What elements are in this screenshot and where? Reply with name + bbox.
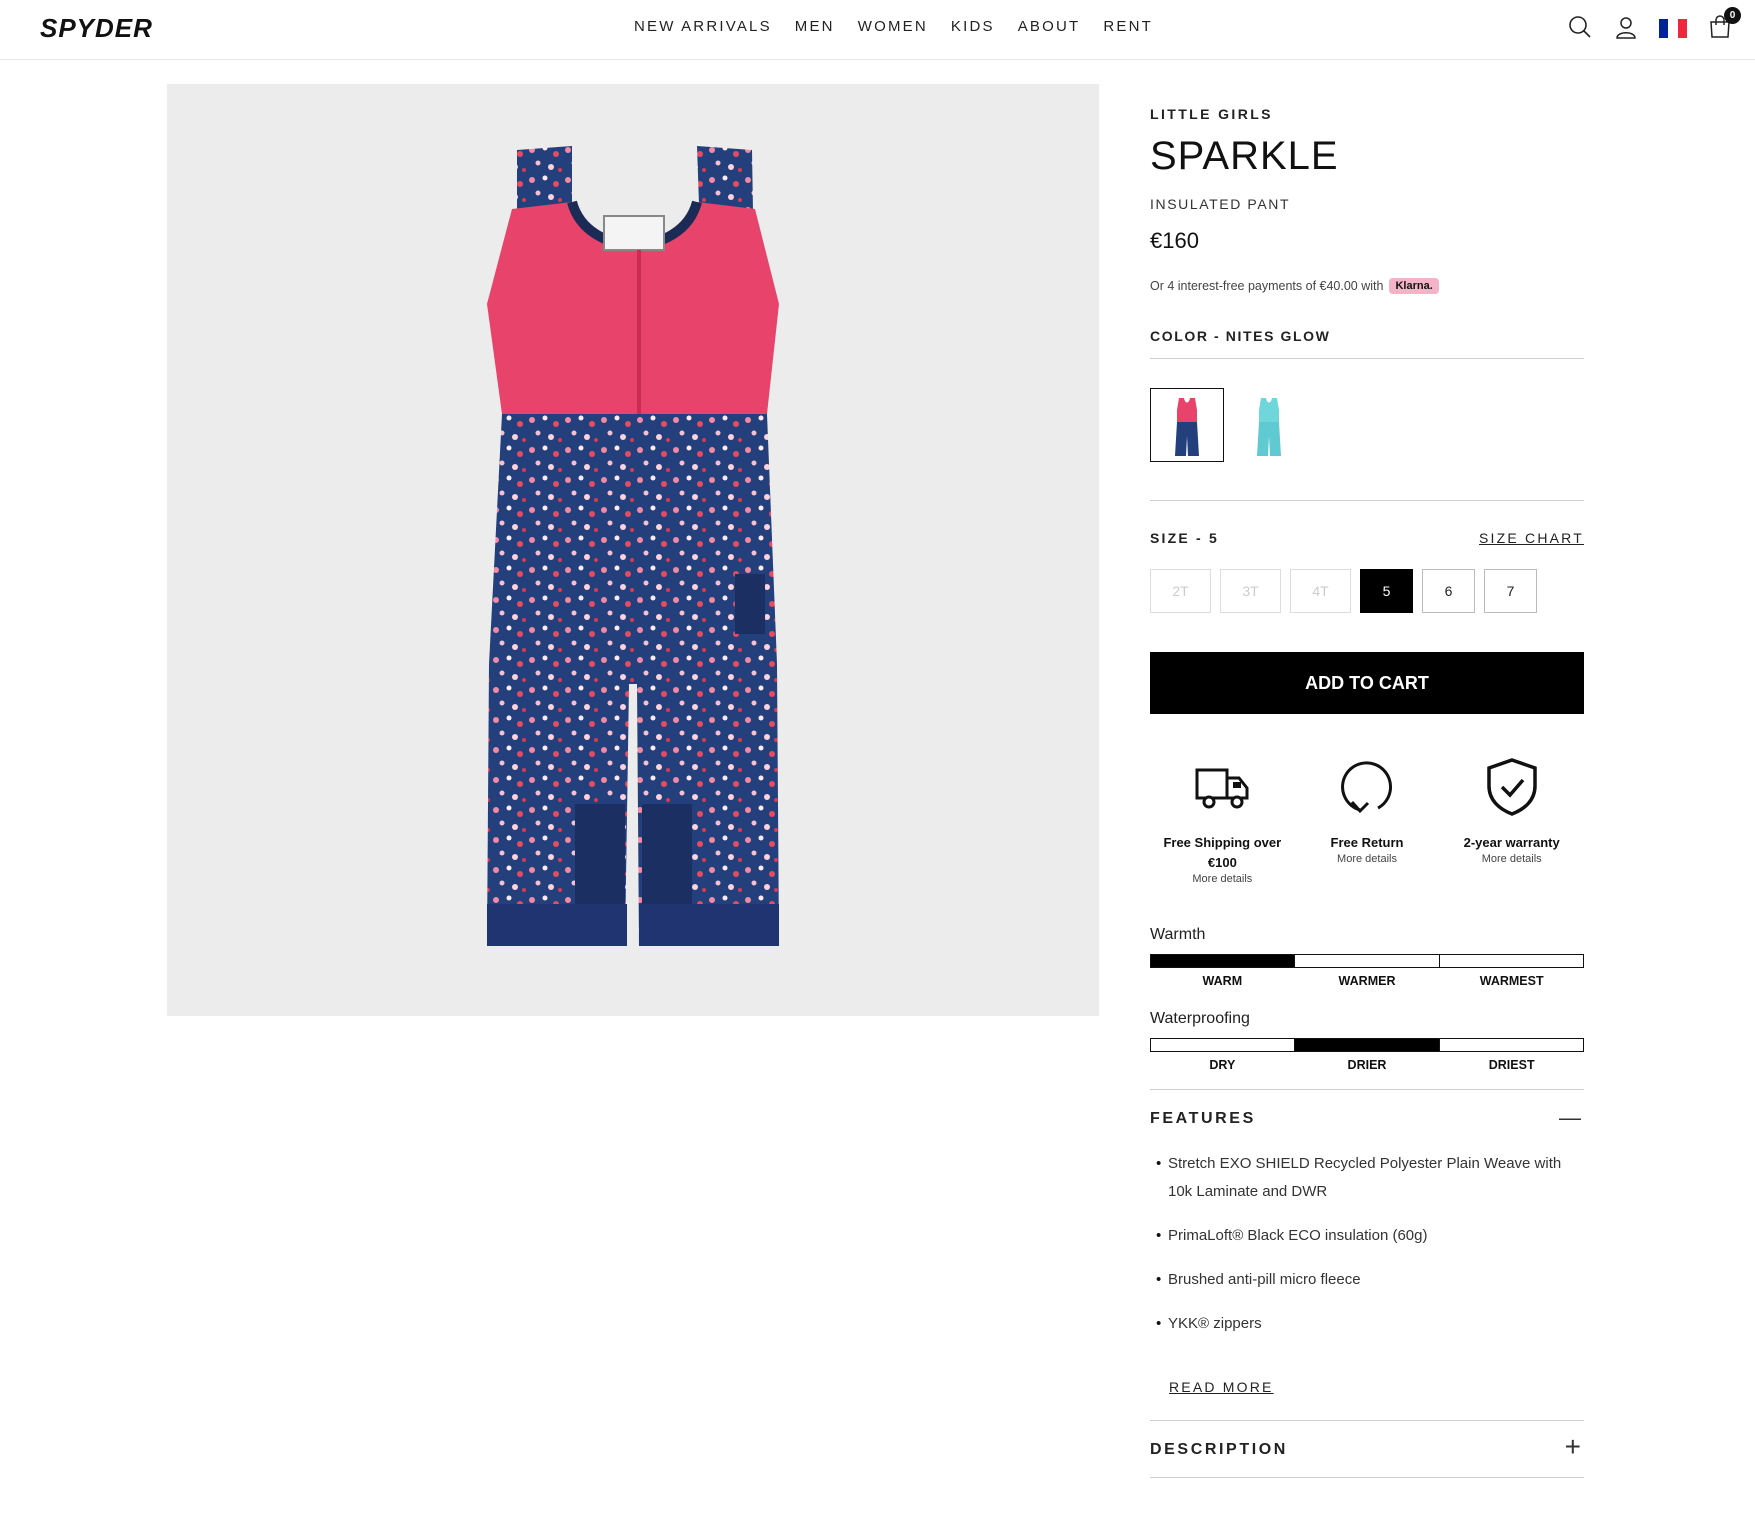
klarna-text: Or 4 interest-free payments of €40.00 wi…: [1150, 279, 1384, 293]
meter-level-label: WARM: [1202, 974, 1243, 988]
meter-level-label: DRY: [1209, 1058, 1236, 1072]
truck-icon: [1195, 768, 1249, 809]
color-swatch-aqua[interactable]: [1232, 388, 1306, 462]
nav-women[interactable]: WOMEN: [858, 18, 928, 35]
shield-check-icon: [1486, 758, 1537, 816]
collapse-icon[interactable]: —: [1559, 1107, 1581, 1129]
feature-item: Brushed anti-pill micro fleece: [1156, 1266, 1576, 1294]
divider: [1150, 1420, 1584, 1421]
return-arrow-icon: [1341, 761, 1392, 814]
klarna-badge[interactable]: Klarna.: [1389, 278, 1439, 294]
size-option-7[interactable]: 7: [1484, 569, 1537, 613]
product-subtitle: INSULATED PANT: [1150, 196, 1291, 212]
perk-return[interactable]: Free Return More details: [1295, 756, 1440, 886]
size-chart-link[interactable]: SIZE CHART: [1479, 530, 1584, 546]
main-nav: NEW ARRIVALS MEN WOMEN KIDS ABOUT RENT: [0, 18, 1755, 35]
size-option-4t[interactable]: 4T: [1290, 569, 1351, 613]
meter-level-label: DRIEST: [1488, 1058, 1535, 1072]
perk-more-details[interactable]: More details: [1150, 873, 1295, 886]
size-selector: 2T 3T 4T 5 6 7: [1150, 569, 1537, 613]
perk-shipping[interactable]: Free Shipping over €100 More details: [1150, 756, 1295, 886]
product-title: SPARKLE: [1150, 134, 1339, 178]
flag-stripe-blue: [1659, 19, 1669, 38]
warmth-levels: WARM WARMER WARMEST: [1150, 974, 1584, 988]
flag-stripe-red: [1677, 19, 1687, 38]
divider: [1150, 358, 1584, 359]
service-perks: Free Shipping over €100 More details Fre…: [1150, 756, 1584, 886]
expand-icon[interactable]: +: [1565, 1433, 1581, 1461]
meter-segment: [1295, 1039, 1440, 1051]
perk-title: Free Shipping over: [1163, 835, 1282, 850]
size-label: SIZE - 5: [1150, 530, 1219, 546]
swatch-thumbnail-icon: [1257, 398, 1281, 456]
cart-count-badge: 0: [1724, 7, 1741, 24]
meter-segment: [1151, 955, 1296, 967]
search-icon[interactable]: [1567, 14, 1593, 40]
product-illustration: [487, 146, 779, 946]
waterproofing-levels: DRY DRIER DRIEST: [1150, 1058, 1584, 1072]
size-option-5[interactable]: 5: [1360, 569, 1413, 613]
warmth-label: Warmth: [1150, 926, 1206, 943]
account-icon[interactable]: [1613, 14, 1639, 40]
country-flag-icon[interactable]: [1659, 19, 1687, 38]
feature-item: PrimaLoft® Black ECO insulation (60g): [1156, 1222, 1576, 1250]
site-header: SPYDER NEW ARRIVALS MEN WOMEN KIDS ABOUT…: [0, 0, 1755, 60]
perk-title-line2: €100: [1207, 855, 1237, 870]
meter-level-label: DRIER: [1347, 1058, 1387, 1072]
size-option-2t[interactable]: 2T: [1150, 569, 1211, 613]
meter-segment: [1440, 1039, 1583, 1051]
feature-item: Stretch EXO SHIELD Recycled Polyester Pl…: [1156, 1150, 1576, 1206]
meter-level-label: WARMEST: [1479, 974, 1544, 988]
waterproofing-meter: [1150, 1038, 1584, 1052]
perk-more-details[interactable]: More details: [1295, 853, 1440, 866]
perk-more-details[interactable]: More details: [1439, 853, 1584, 866]
meter-segment: [1151, 1039, 1296, 1051]
swatch-thumbnail-icon: [1175, 398, 1199, 456]
perk-title: 2-year warranty: [1463, 835, 1560, 850]
cart-icon[interactable]: 0: [1707, 7, 1741, 40]
perk-warranty[interactable]: 2-year warranty More details: [1439, 756, 1584, 886]
description-heading[interactable]: DESCRIPTION: [1150, 1441, 1288, 1459]
add-to-cart-button[interactable]: ADD TO CART: [1150, 652, 1584, 714]
waterproofing-label: Waterproofing: [1150, 1010, 1250, 1027]
size-option-6[interactable]: 6: [1422, 569, 1475, 613]
feature-item: YKK® zippers: [1156, 1310, 1576, 1338]
divider: [1150, 500, 1584, 501]
divider: [1150, 1477, 1584, 1478]
color-swatch-nites-glow[interactable]: [1150, 388, 1224, 462]
nav-about[interactable]: ABOUT: [1018, 18, 1081, 35]
nav-men[interactable]: MEN: [795, 18, 835, 35]
divider: [1150, 1089, 1584, 1090]
nav-new-arrivals[interactable]: NEW ARRIVALS: [634, 18, 772, 35]
meter-segment: [1295, 955, 1440, 967]
product-price: €160: [1150, 228, 1199, 253]
flag-stripe-white: [1668, 19, 1678, 38]
size-option-3t[interactable]: 3T: [1220, 569, 1281, 613]
nav-kids[interactable]: KIDS: [951, 18, 995, 35]
meter-level-label: WARMER: [1338, 974, 1396, 988]
klarna-installments: Or 4 interest-free payments of €40.00 wi…: [1150, 278, 1439, 294]
warmth-meter: [1150, 954, 1584, 968]
perk-title: Free Return: [1330, 835, 1404, 850]
read-more-link[interactable]: READ MORE: [1169, 1379, 1274, 1395]
product-image[interactable]: [167, 84, 1099, 1016]
features-heading[interactable]: FEATURES: [1150, 1110, 1256, 1128]
nav-rent[interactable]: RENT: [1103, 18, 1153, 35]
header-actions: 0: [1567, 7, 1741, 40]
product-category: LITTLE GIRLS: [1150, 106, 1273, 122]
features-list: Stretch EXO SHIELD Recycled Polyester Pl…: [1156, 1150, 1576, 1354]
meter-segment: [1440, 955, 1583, 967]
color-label: COLOR - NITES GLOW: [1150, 328, 1331, 344]
